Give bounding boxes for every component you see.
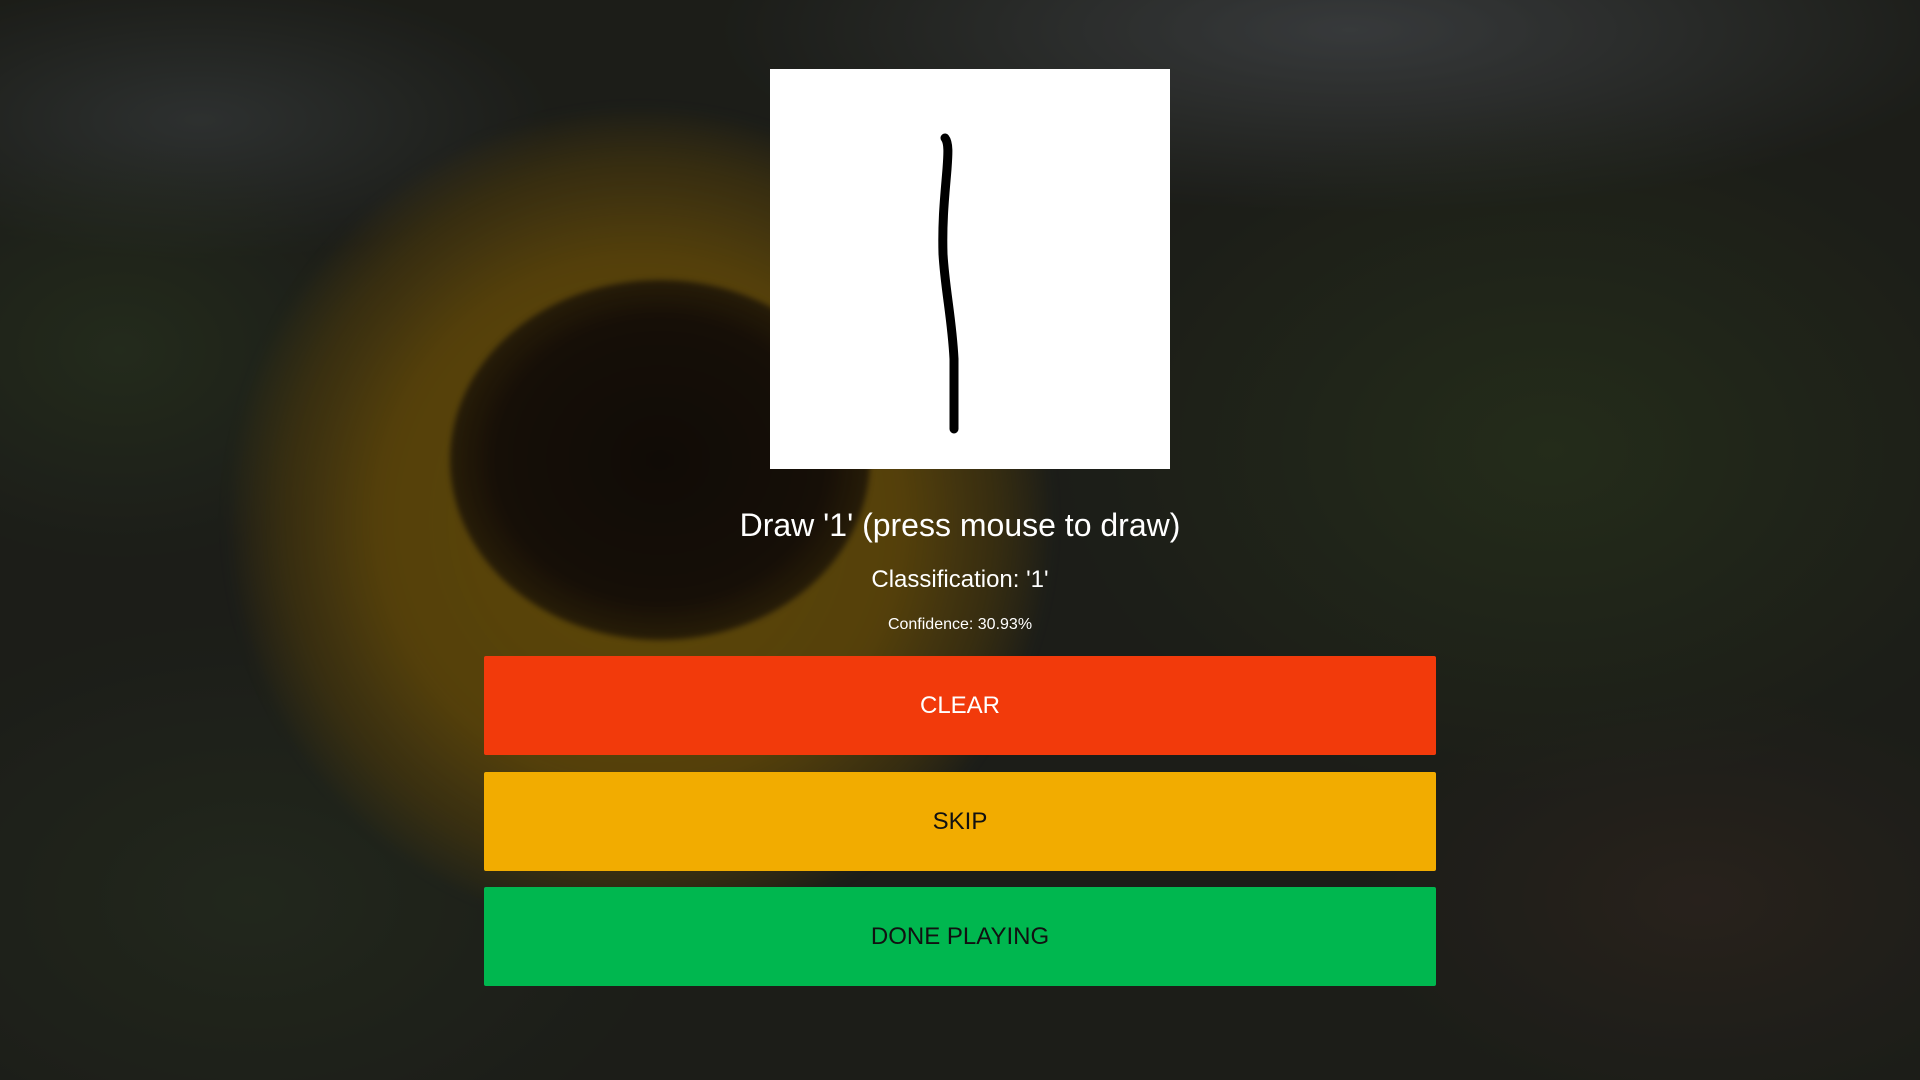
clear-button[interactable]: CLEAR xyxy=(484,656,1436,755)
classification-result: Classification: '1' xyxy=(871,566,1049,593)
done-playing-button[interactable]: DONE PLAYING xyxy=(484,887,1436,986)
drawn-digit-stroke xyxy=(938,133,959,434)
drawing-canvas[interactable] xyxy=(770,69,1170,469)
skip-button[interactable]: SKIP xyxy=(484,772,1436,871)
confidence-value: Confidence: 30.93% xyxy=(887,616,1033,633)
drawn-stroke-svg xyxy=(938,133,959,434)
draw-prompt: Draw '1' (press mouse to draw) xyxy=(739,507,1181,543)
